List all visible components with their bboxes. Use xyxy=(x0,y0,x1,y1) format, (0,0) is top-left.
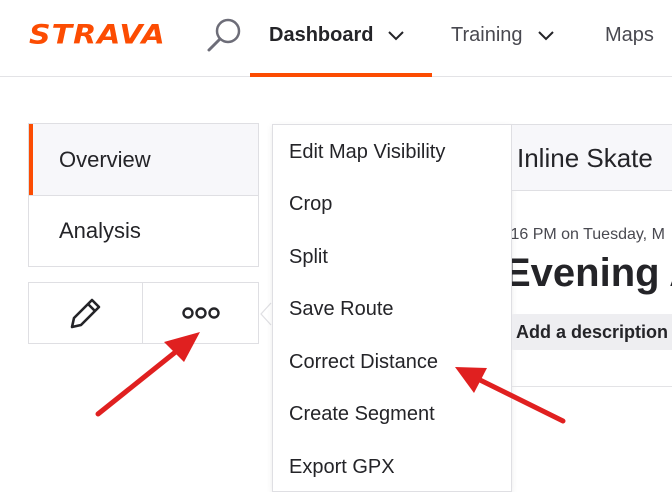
tab-analysis[interactable]: Analysis xyxy=(29,195,258,266)
arrow-to-more-button xyxy=(95,332,200,417)
activity-title[interactable]: Evening A xyxy=(512,251,672,296)
more-actions-button[interactable] xyxy=(143,283,258,343)
chevron-down-icon xyxy=(537,30,554,40)
add-description-button[interactable]: Add a description xyxy=(512,314,672,350)
tab-analysis-label: Analysis xyxy=(59,218,141,243)
menu-item-correct-distance[interactable]: Correct Distance xyxy=(289,351,438,374)
nav-dashboard-label: Dashboard xyxy=(269,24,374,46)
activity-timestamp: :16 PM on Tuesday, M xyxy=(512,226,665,243)
strava-logo[interactable]: STRAVA xyxy=(29,19,166,51)
pencil-icon xyxy=(70,298,100,329)
top-navigation: STRAVA Dashboard Training Maps xyxy=(0,0,672,77)
menu-item-create-segment[interactable]: Create Segment xyxy=(289,403,435,426)
activity-type-heading: Inline Skate xyxy=(517,143,653,173)
menu-item-crop[interactable]: Crop xyxy=(289,193,332,216)
menu-item-save-route[interactable]: Save Route xyxy=(289,298,394,321)
nav-training[interactable]: Training xyxy=(451,24,555,47)
more-actions-menu: Edit Map Visibility Crop Split Save Rout… xyxy=(272,124,512,492)
more-dots-icon xyxy=(181,307,220,319)
content-divider xyxy=(512,386,672,387)
nav-dashboard[interactable]: Dashboard xyxy=(269,24,405,47)
activity-side-tabs: Overview Analysis xyxy=(28,123,259,267)
menu-item-edit-map-visibility[interactable]: Edit Map Visibility xyxy=(289,141,445,164)
nav-maps-label: Maps xyxy=(605,24,654,46)
edit-activity-button[interactable] xyxy=(29,283,143,343)
menu-item-export-gpx[interactable]: Export GPX xyxy=(289,456,395,479)
chevron-down-icon xyxy=(388,30,405,40)
tab-overview[interactable]: Overview xyxy=(29,124,258,195)
activity-content: Inline Skate :16 PM on Tuesday, M Evenin… xyxy=(512,124,672,492)
search-icon[interactable] xyxy=(205,16,243,54)
add-description-label: Add a description xyxy=(516,321,669,342)
tab-overview-label: Overview xyxy=(59,146,151,172)
menu-item-split[interactable]: Split xyxy=(289,246,328,269)
activity-actions xyxy=(28,282,259,344)
active-nav-indicator xyxy=(250,73,432,77)
nav-maps[interactable]: Maps xyxy=(605,24,654,47)
nav-training-label: Training xyxy=(451,24,523,46)
activity-header: Inline Skate xyxy=(512,124,672,191)
menu-pointer-caret xyxy=(260,302,272,326)
